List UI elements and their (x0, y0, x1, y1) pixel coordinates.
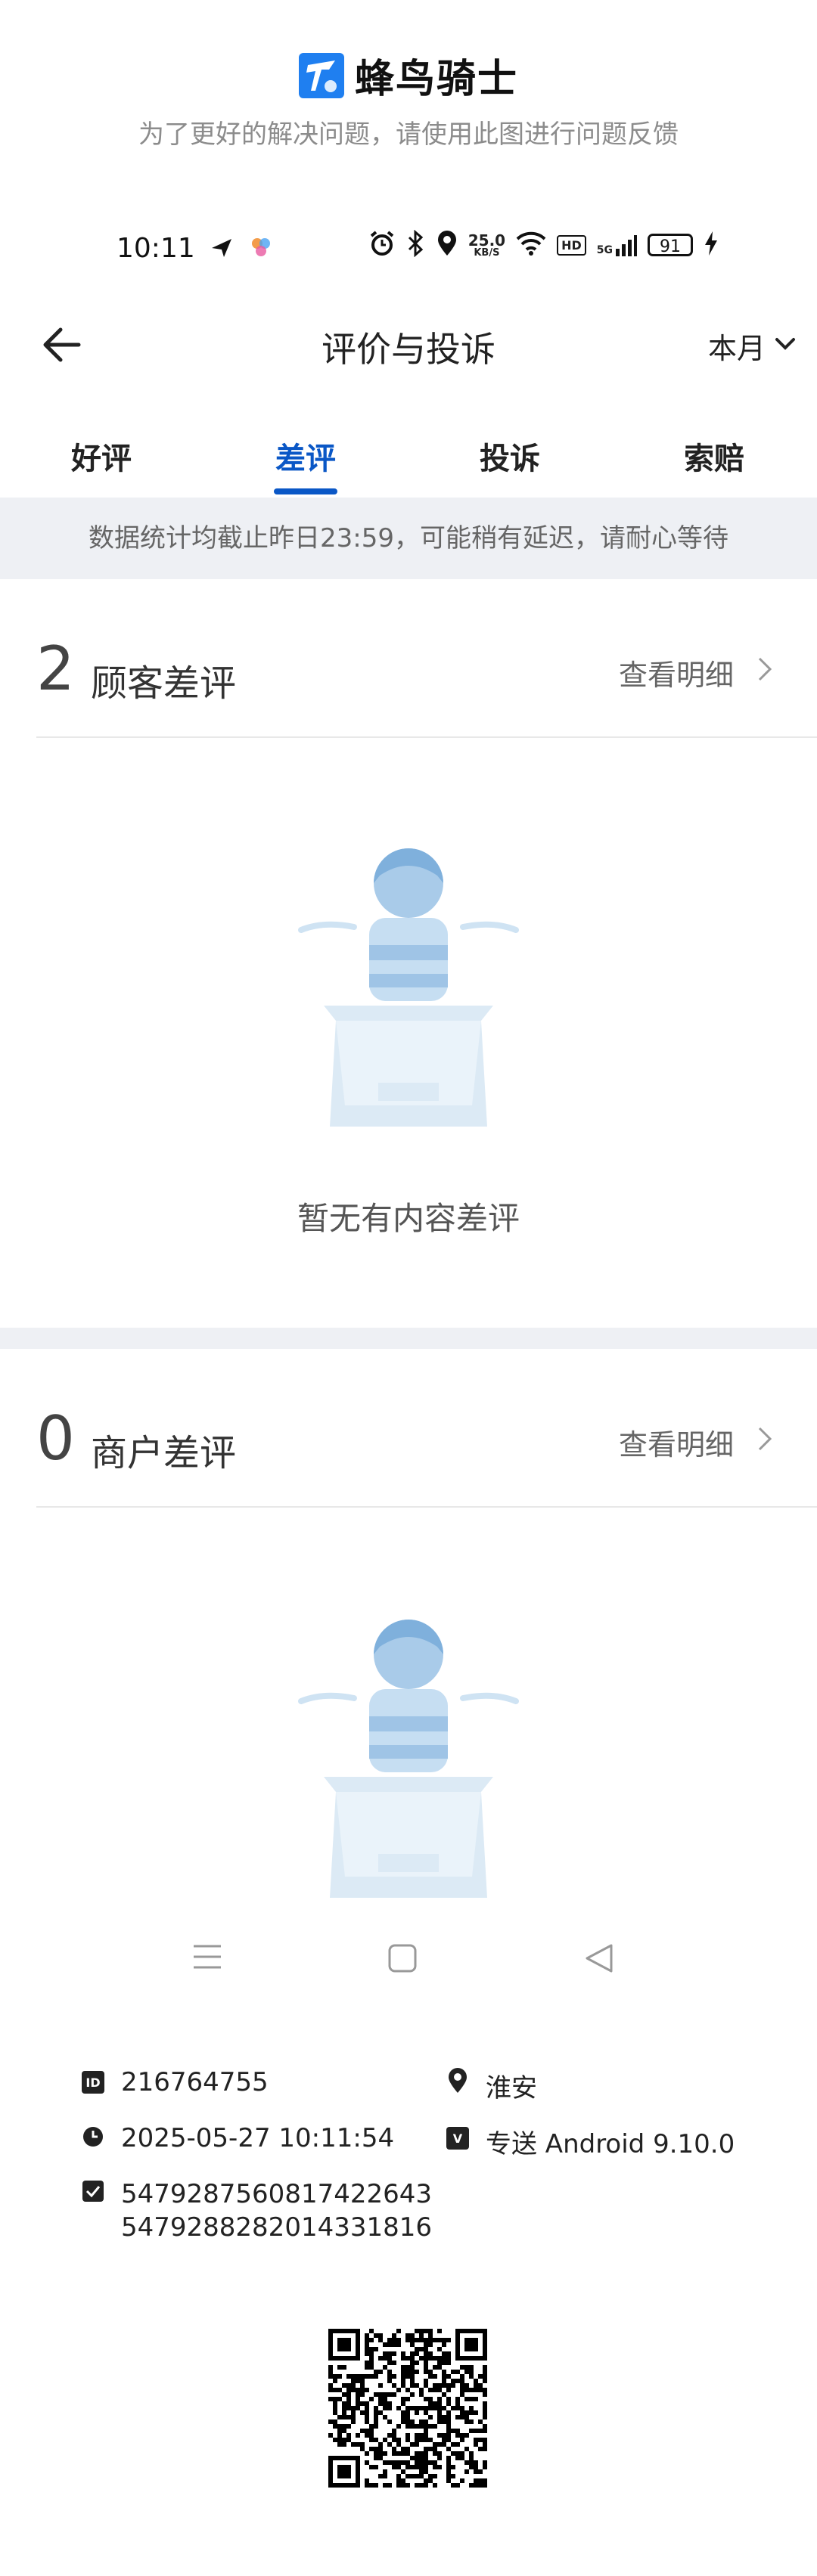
battery-icon: 91 (648, 234, 693, 256)
charging-icon (704, 231, 719, 259)
brand-name: 蜂鸟骑士 (354, 57, 518, 102)
tab-bad-reviews[interactable]: 差评 (253, 434, 359, 478)
active-tab-indicator (274, 488, 337, 494)
info-codes: 5479287560817422643 5479288282014331816 (82, 2178, 432, 2244)
info-id-value: 216764755 (121, 2067, 269, 2097)
bluetooth-icon (406, 229, 426, 260)
home-square-icon[interactable] (387, 1943, 418, 1976)
status-icons: 25.0 KB/S HD 5G 91 (368, 229, 719, 260)
id-icon: ID (82, 2071, 104, 2094)
qr-code (328, 2329, 487, 2488)
app-notification-icon (250, 236, 272, 262)
info-id: ID 216764755 (82, 2067, 269, 2097)
wifi-icon (516, 231, 546, 259)
data-notice: 数据统计均截止昨日23:59，可能稍有延迟，请耐心等待 (0, 498, 817, 579)
chevron-down-icon (773, 330, 797, 363)
tab-good-reviews[interactable]: 好评 (48, 434, 154, 478)
tab-claims[interactable]: 索赔 (661, 434, 767, 478)
brand-logo-icon (298, 52, 344, 98)
send-icon (210, 236, 233, 262)
merchant-review-count: 0 (36, 1403, 75, 1474)
feedback-subtitle: 为了更好的解决问题，请使用此图进行问题反馈 (138, 119, 679, 150)
customer-view-details-link[interactable]: 查看明细 (619, 652, 773, 693)
brand-header: 蜂鸟骑士 (0, 47, 817, 104)
empty-state-illustration (294, 1610, 523, 1898)
status-time: 10:11 (116, 233, 195, 264)
info-location-value: 淮安 (486, 2073, 537, 2103)
code-line: 5479288282014331816 (121, 2212, 433, 2243)
chevron-right-icon (756, 656, 773, 690)
menu-icon[interactable] (192, 1943, 222, 1973)
chevron-right-icon (756, 1425, 773, 1459)
period-selector[interactable]: 本月 (708, 325, 797, 367)
merchant-view-details-link[interactable]: 查看明细 (619, 1421, 773, 1463)
status-bar: 10:11 25.0 KB/S HD 5G 91 (0, 219, 817, 280)
checkbox-icon (82, 2178, 104, 2212)
hd-badge: HD (557, 234, 586, 256)
signal-icon: 5G (597, 234, 637, 256)
info-datetime: 2025-05-27 10:11:54 (82, 2123, 394, 2157)
net-speed: 25.0 KB/S (468, 231, 506, 259)
tab-bar: 好评 差评 投诉 索赔 (0, 408, 817, 499)
period-label: 本月 (707, 332, 766, 365)
location-pin-icon (446, 2067, 469, 2101)
customer-review-header: 2 顾客差评 查看明细 (0, 587, 817, 738)
section-divider (36, 736, 817, 738)
system-nav-bar (0, 1928, 817, 1989)
section-separator (0, 1328, 817, 1349)
empty-state-text: 暂无有内容差评 (297, 1200, 520, 1237)
code-list: 5479287560817422643 5479288282014331816 (121, 2178, 432, 2244)
version-icon: V (446, 2127, 469, 2150)
info-datetime-value: 2025-05-27 10:11:54 (121, 2123, 395, 2153)
info-app: V 专送 Android 9.10.0 (446, 2123, 735, 2160)
merchant-review-header: 0 商户差评 查看明细 (0, 1356, 817, 1508)
merchant-review-label: 商户差评 (91, 1432, 237, 1474)
empty-state-illustration (294, 839, 523, 1127)
clock-icon (82, 2123, 104, 2157)
location-icon (436, 230, 458, 260)
page-title: 评价与投诉 (322, 329, 495, 370)
nav-bar: 评价与投诉 本月 (0, 302, 817, 386)
info-location: 淮安 (446, 2067, 537, 2104)
customer-review-label: 顾客差评 (91, 662, 237, 705)
back-triangle-icon[interactable] (584, 1943, 614, 1976)
alarm-icon (368, 230, 396, 260)
code-line: 5479287560817422643 (121, 2179, 433, 2209)
customer-review-count: 2 (36, 634, 75, 704)
info-app-value: 专送 Android 9.10.0 (486, 2129, 735, 2159)
section-divider (36, 1506, 817, 1508)
tab-complaints[interactable]: 投诉 (457, 434, 563, 478)
